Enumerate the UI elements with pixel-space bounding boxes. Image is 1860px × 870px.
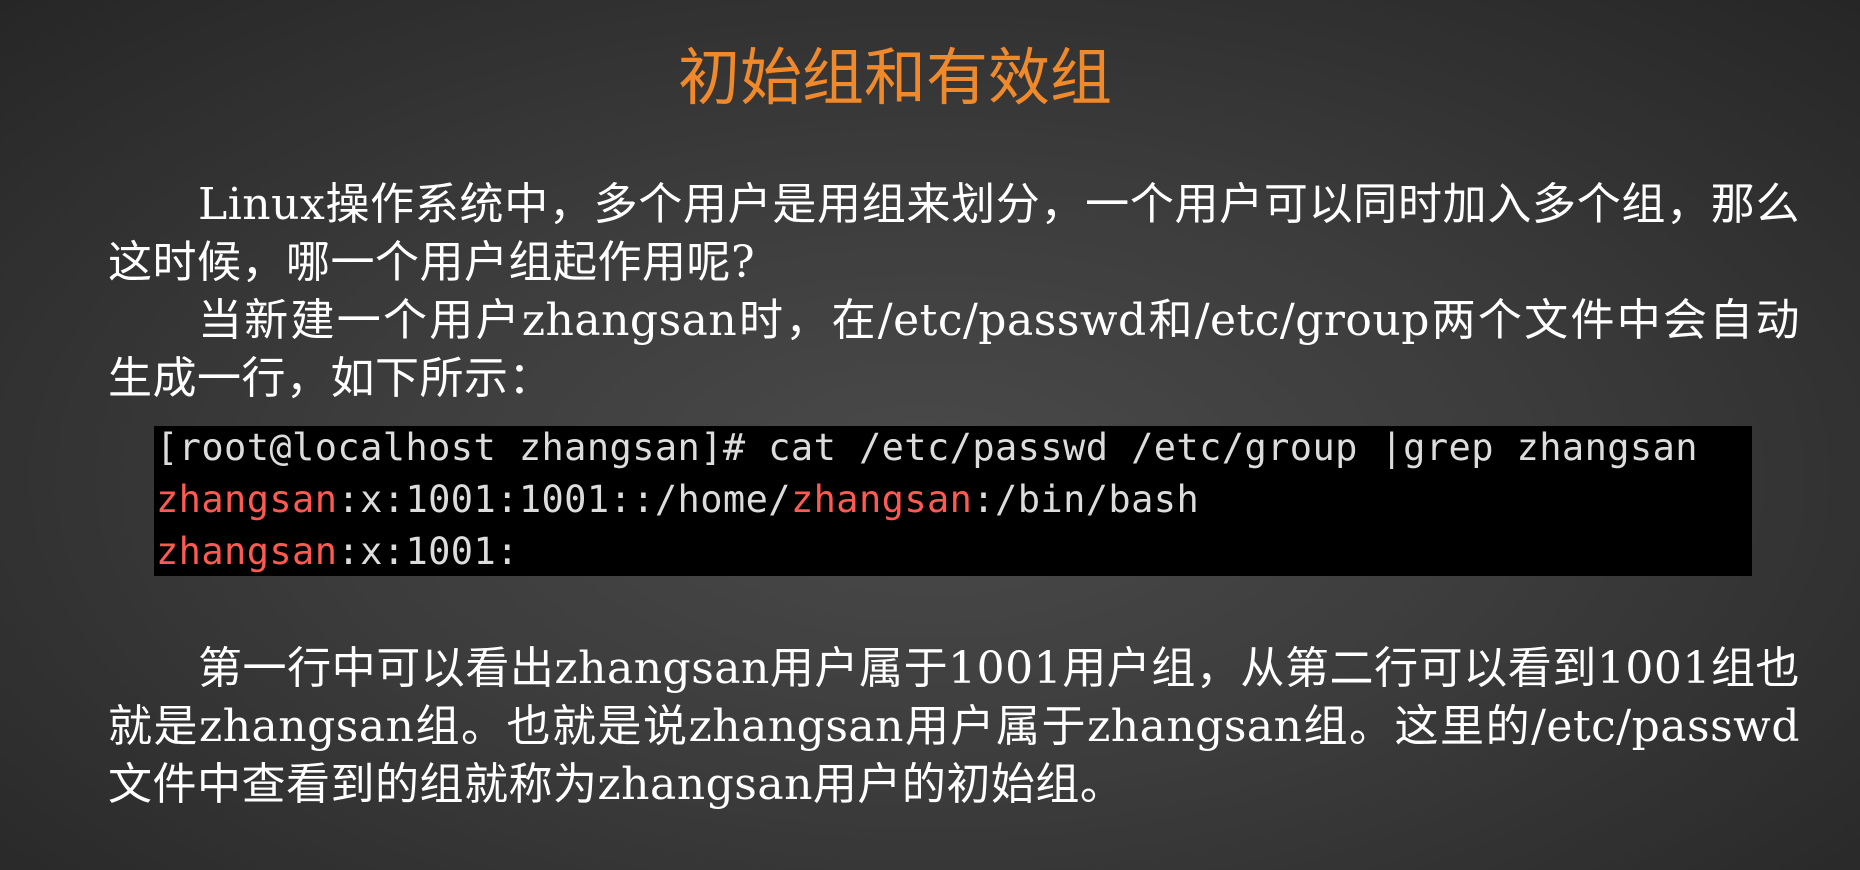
terminal-command-line: [root@localhost zhangsan]# cat /etc/pass…	[156, 426, 1698, 469]
slide-title: 初始组和有效组	[677, 41, 1112, 114]
terminal-passwd-line: zhangsan:x:1001:1001::/home/zhangsan:/bi…	[156, 474, 1752, 526]
intro-paragraph: Linux操作系统中，多个用户是用组来划分，一个用户可以同时加入多个组，那么这时…	[108, 179, 1800, 288]
passwd-shell: :/bin/bash	[972, 478, 1200, 521]
group-user-highlight: zhangsan	[156, 530, 338, 573]
explanation-paragraph: 第一行中可以看出zhangsan用户属于1001用户组，从第二行可以看到1001…	[108, 643, 1800, 810]
new-user-paragraph: 当新建一个用户zhangsan时，在/etc/passwd和/etc/group…	[108, 295, 1800, 404]
passwd-home-user-highlight: zhangsan	[790, 478, 973, 521]
terminal-group-line: zhangsan:x:1001:	[156, 526, 1752, 578]
group-fields: :x:1001:	[337, 530, 519, 573]
passwd-fields: :x:1001:1001::/home/	[337, 478, 791, 521]
passwd-user-highlight: zhangsan	[156, 478, 338, 521]
terminal-output: [root@localhost zhangsan]# cat /etc/pass…	[154, 426, 1752, 576]
